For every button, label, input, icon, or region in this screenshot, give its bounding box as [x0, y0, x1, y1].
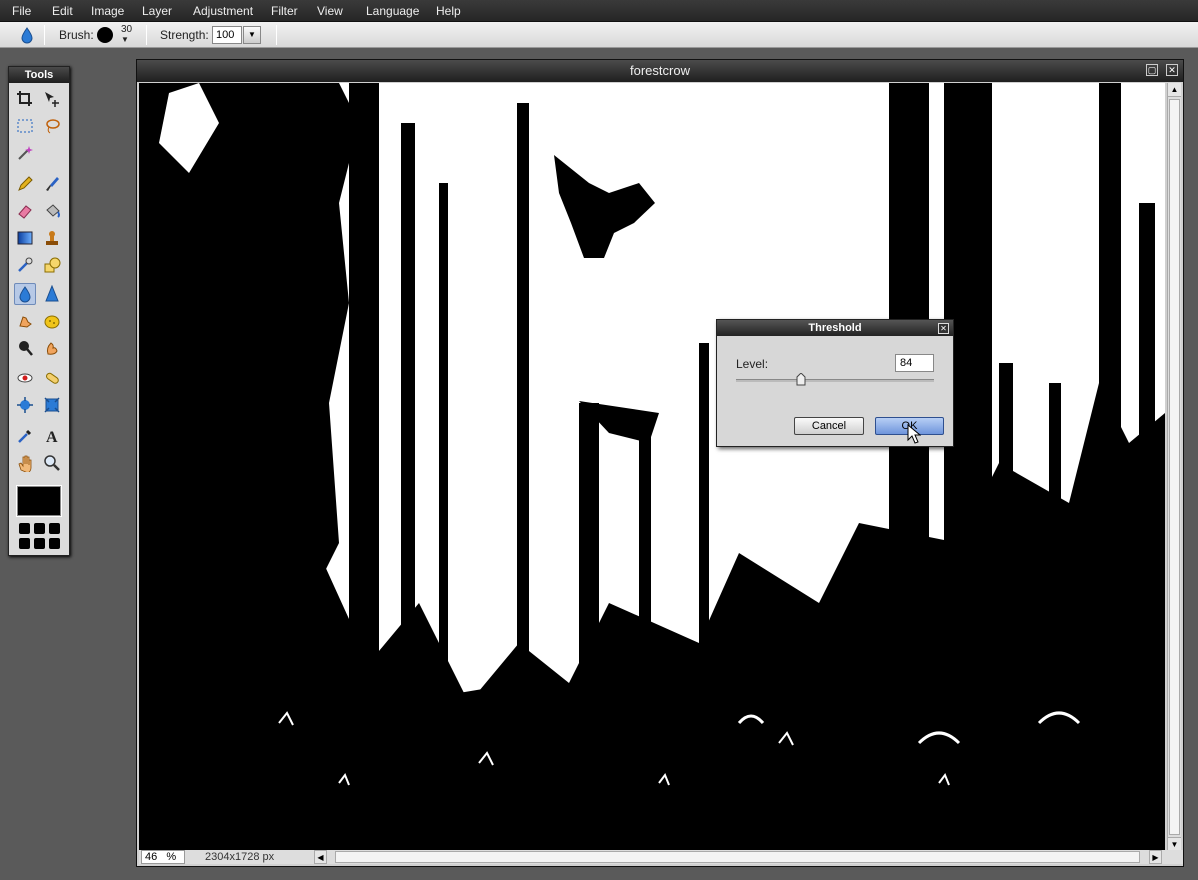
red-eye-icon[interactable] [14, 367, 36, 389]
menu-image[interactable]: Image [91, 4, 124, 18]
zoom-input[interactable]: 46 % [141, 850, 185, 864]
type-icon[interactable]: A [41, 425, 63, 447]
status-bar: 46 % 2304x1728 px ◀ ▶ [139, 850, 1183, 864]
color-replace-icon[interactable] [14, 254, 36, 276]
scroll-up-icon[interactable]: ▲ [1168, 83, 1181, 97]
clone-stamp-icon[interactable] [41, 227, 63, 249]
maximize-icon[interactable]: ▢ [1146, 64, 1158, 76]
bloat-icon[interactable] [14, 394, 36, 416]
menu-adjustment[interactable]: Adjustment [193, 4, 253, 18]
zoom-value: 46 [145, 851, 158, 863]
move-icon[interactable] [41, 88, 63, 110]
menu-file[interactable]: File [12, 4, 31, 18]
preset-slot[interactable] [34, 538, 45, 549]
menu-view[interactable]: View [317, 4, 343, 18]
scroll-down-icon[interactable]: ▼ [1168, 837, 1181, 851]
menu-layer[interactable]: Layer [142, 4, 172, 18]
strength-label: Strength: [160, 28, 209, 42]
preset-slot[interactable] [49, 523, 60, 534]
close-icon[interactable]: ✕ [938, 323, 949, 334]
preset-slot[interactable] [19, 523, 30, 534]
level-input[interactable]: 84 [895, 354, 934, 372]
menu-bar: File Edit Image Layer Adjustment Filter … [0, 0, 1198, 22]
menu-language[interactable]: Language [366, 4, 419, 18]
scroll-right-icon[interactable]: ▶ [1149, 850, 1162, 864]
menu-filter[interactable]: Filter [271, 4, 298, 18]
zoom-unit: % [166, 851, 177, 863]
blur-tool-icon [18, 26, 36, 47]
brush-label: Brush: [59, 28, 94, 42]
forest-crow-image [139, 83, 1165, 851]
threshold-dialog: Threshold ✕ Level: 84 Cancel OK [716, 319, 954, 447]
strength-dropdown-button[interactable]: ▼ [243, 26, 261, 44]
magic-wand-icon[interactable] [14, 142, 36, 164]
brush-preview[interactable] [97, 27, 113, 43]
dodge-icon[interactable] [14, 337, 36, 359]
separator [146, 25, 147, 45]
pencil-icon[interactable] [14, 173, 36, 195]
options-bar: Brush: 30 ▼ Strength: 100 ▼ [0, 22, 1198, 48]
chevron-down-icon[interactable]: ▼ [121, 35, 129, 44]
lasso-icon[interactable] [41, 115, 63, 137]
sharpen-icon[interactable] [41, 283, 63, 305]
brush-size: 30 [121, 24, 133, 35]
burn-icon[interactable] [41, 337, 63, 359]
document-window: forestcrow ▢ ✕ ▲ ▼ 46 % 2304x1728 px ◀ ▶ [136, 59, 1184, 867]
color-picker-icon[interactable] [14, 425, 36, 447]
scroll-left-icon[interactable]: ◀ [314, 850, 327, 864]
vertical-scroll-thumb[interactable] [1169, 99, 1180, 835]
horizontal-scroll-thumb[interactable] [335, 851, 1140, 863]
pinch-icon[interactable] [41, 394, 63, 416]
gradient-icon[interactable] [14, 227, 36, 249]
vertical-scrollbar[interactable]: ▲ ▼ [1167, 83, 1181, 851]
image-dimensions: 2304x1728 px [205, 851, 275, 863]
shape-icon[interactable] [41, 254, 63, 276]
menu-edit[interactable]: Edit [52, 4, 73, 18]
close-icon[interactable]: ✕ [1166, 64, 1178, 76]
preset-slot[interactable] [34, 523, 45, 534]
crop-icon[interactable] [14, 88, 36, 110]
level-slider-thumb[interactable] [796, 372, 806, 386]
mouse-cursor-icon [907, 423, 922, 447]
strength-input[interactable]: 100 [212, 26, 242, 44]
spot-heal-icon[interactable] [41, 367, 63, 389]
foreground-color-swatch[interactable] [16, 485, 62, 517]
hand-icon[interactable] [14, 452, 36, 474]
paint-bucket-icon[interactable] [41, 200, 63, 222]
document-title: forestcrow [137, 60, 1183, 82]
tools-panel: Tools A [8, 66, 70, 556]
cancel-button[interactable]: Cancel [794, 417, 864, 435]
marquee-icon[interactable] [14, 115, 36, 137]
eraser-icon[interactable] [14, 200, 36, 222]
sponge-icon[interactable] [41, 310, 63, 332]
tools-panel-title: Tools [9, 67, 69, 83]
level-slider-track[interactable] [736, 379, 934, 382]
preset-slot[interactable] [49, 538, 60, 549]
separator [276, 25, 277, 45]
zoom-icon[interactable] [41, 452, 63, 474]
separator [44, 25, 45, 45]
blur-icon[interactable] [14, 283, 36, 305]
level-label: Level: [736, 357, 769, 371]
brush-icon[interactable] [41, 173, 63, 195]
svg-text:A: A [46, 429, 58, 445]
menu-help[interactable]: Help [436, 4, 461, 18]
preset-slot[interactable] [19, 538, 30, 549]
smudge-icon[interactable] [14, 310, 36, 332]
dialog-title: Threshold [717, 320, 953, 336]
image-canvas[interactable] [139, 83, 1165, 851]
